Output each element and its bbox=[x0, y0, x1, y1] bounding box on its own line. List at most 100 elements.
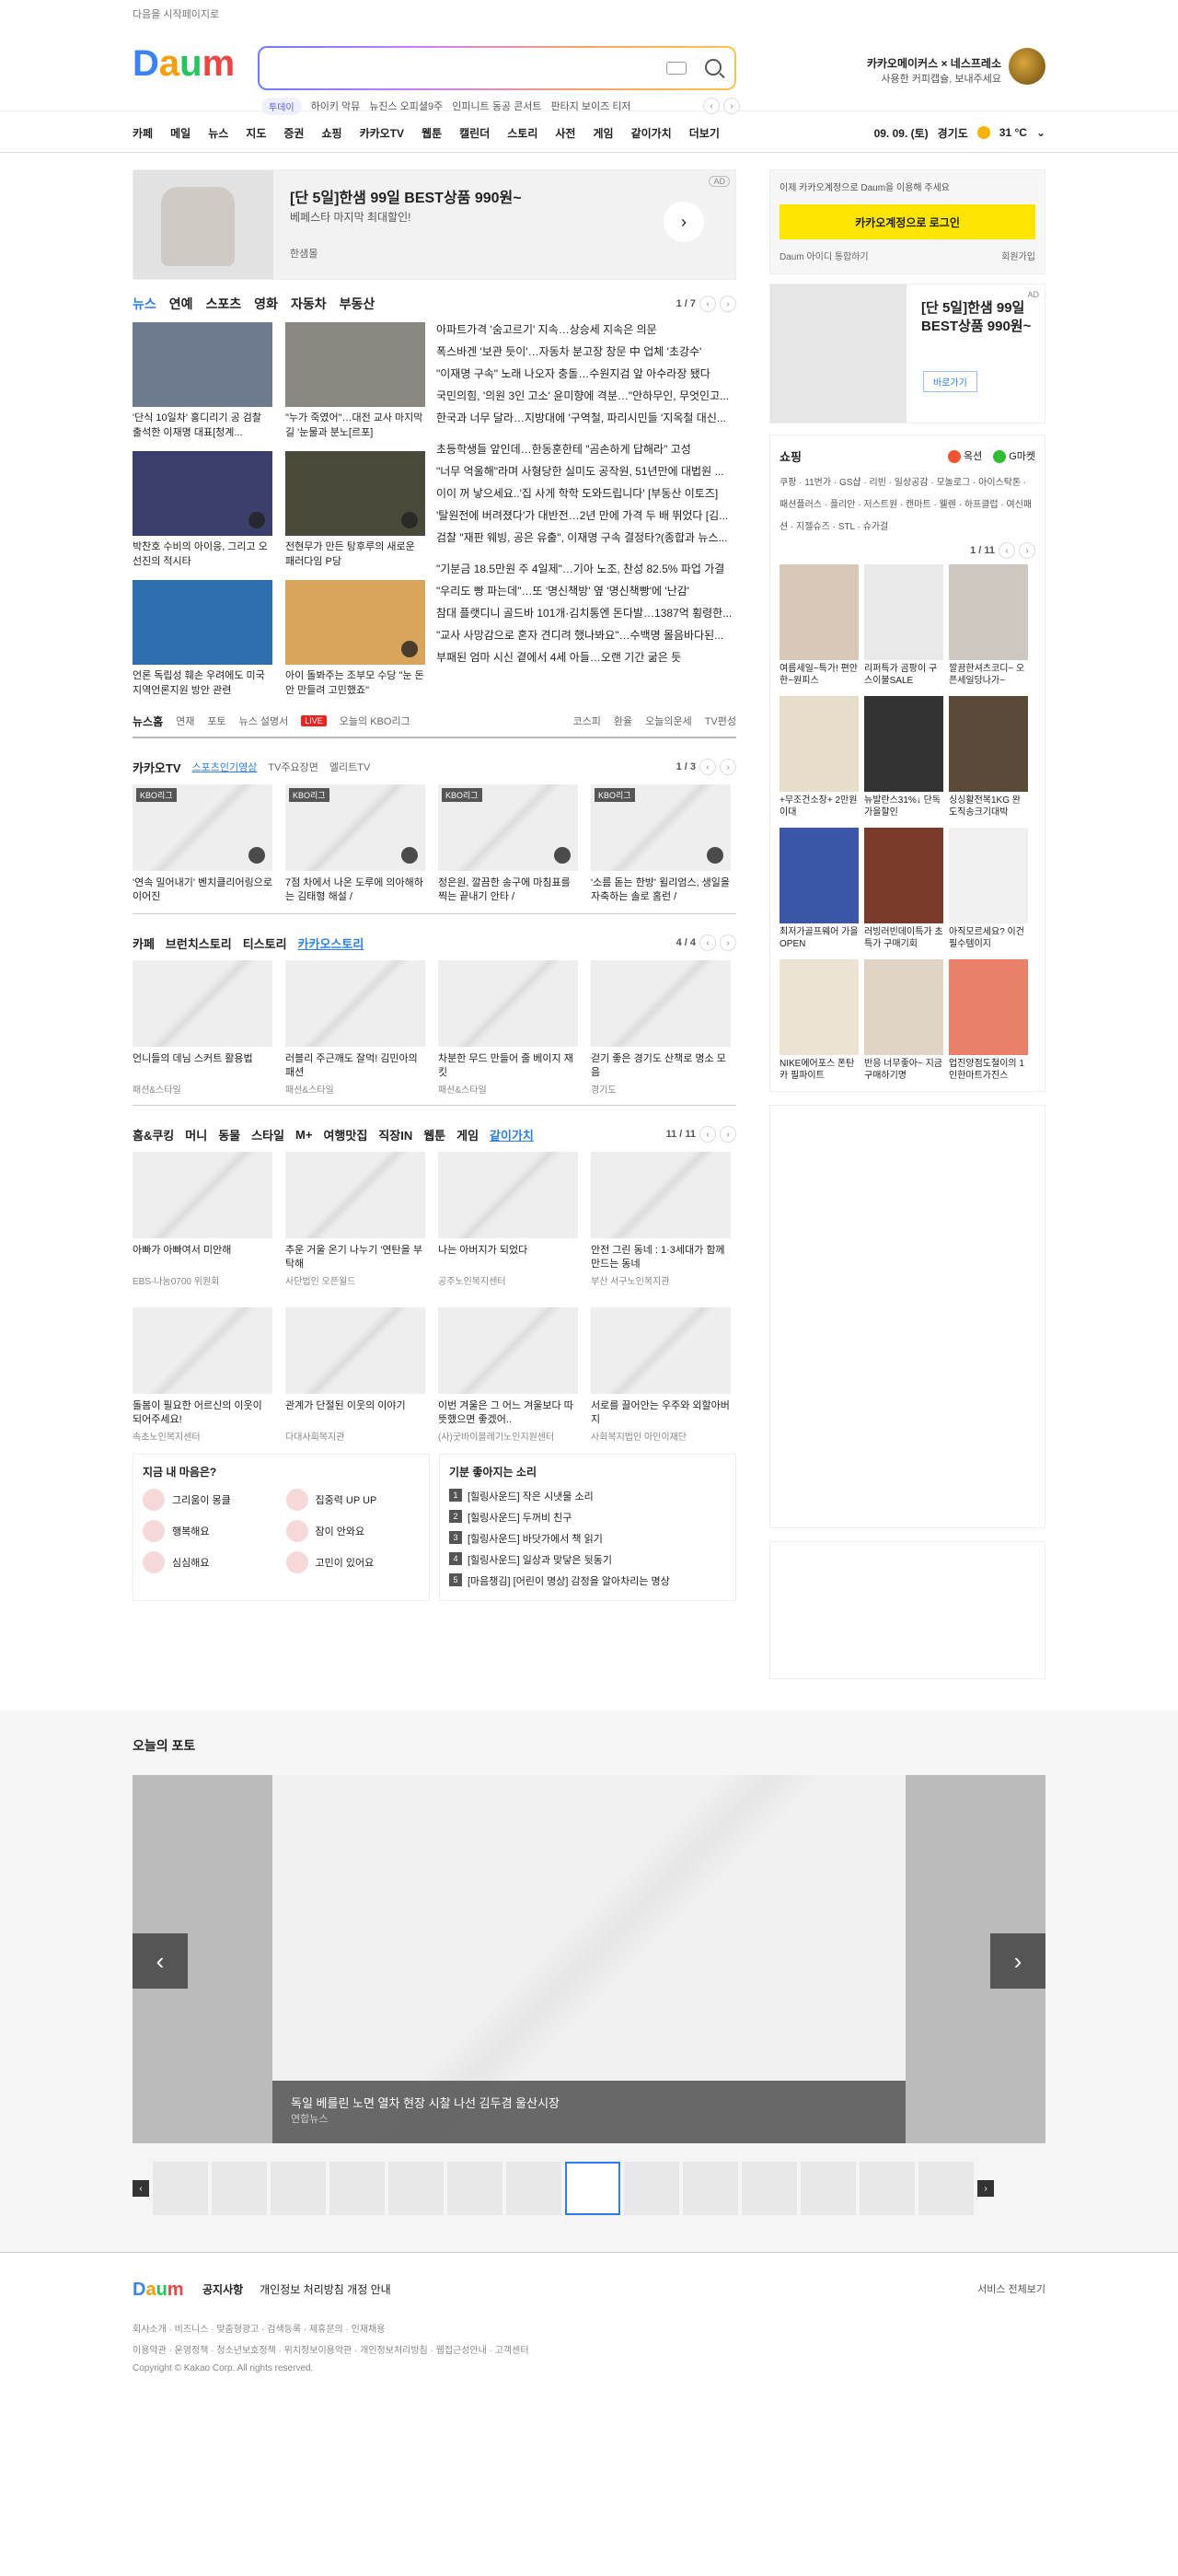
film-thumb[interactable] bbox=[153, 2162, 208, 2215]
story-card[interactable]: 러블리 주근깨도 잘먹! 김민아의 패션 패션&스타일 bbox=[285, 960, 425, 1096]
shop-item[interactable]: 여름세일~특가! 편안한~원피스 bbox=[780, 564, 859, 687]
tab-job[interactable]: 직장IN bbox=[378, 1126, 412, 1143]
shop-item[interactable]: 깔끔한셔츠코디~ 오픈세일당나가~ bbox=[949, 564, 1028, 687]
arrow-right-icon[interactable]: › bbox=[664, 202, 704, 242]
tab-car[interactable]: 자동차 bbox=[291, 295, 327, 313]
daum-logo[interactable]: Daum bbox=[133, 42, 241, 81]
play-icon[interactable] bbox=[401, 847, 418, 864]
nav-cafe[interactable]: 카페 bbox=[133, 125, 153, 141]
chevron-left-icon[interactable]: ‹ bbox=[699, 759, 716, 775]
prev-arrow-icon[interactable]: ‹ bbox=[133, 1933, 188, 1989]
video-card[interactable]: KBO리그 정은원, 깔끔한 송구에 마침표를 찍는 끝내기 안타 / bbox=[438, 784, 578, 904]
tab-money[interactable]: 머니 bbox=[185, 1126, 207, 1143]
headline[interactable]: "기분금 18.5만원 주 4일제"…기아 노조, 찬성 82.5% 파업 가결 bbox=[436, 562, 736, 584]
donation-card[interactable]: 추운 거울 온기 나누기 '연탄을 부탁해 사단법인 오픈월드 bbox=[285, 1152, 425, 1287]
headline[interactable]: "너무 억울해"라며 사형당한 실미도 공작원, 51년만에 대법원 ... bbox=[436, 464, 736, 486]
nav-map[interactable]: 지도 bbox=[246, 125, 266, 141]
news-link[interactable]: 연재 bbox=[176, 714, 194, 728]
right-ad[interactable]: [단 5일]한샘 99일 BEST상품 990원~ 바로가기 AD bbox=[769, 284, 1045, 424]
shop-item[interactable]: +무조건소장+ 2만원이대 bbox=[780, 696, 859, 818]
headline[interactable]: 한국과 너무 달라…지방대에 '구역철, 파리시민들 '지옥철 대신... bbox=[436, 411, 736, 433]
film-thumb[interactable] bbox=[506, 2162, 561, 2215]
nav-together[interactable]: 같이가치 bbox=[631, 125, 672, 141]
chevron-left-icon[interactable]: ‹ bbox=[699, 1126, 716, 1143]
chevron-right-icon[interactable]: › bbox=[1019, 542, 1035, 559]
headline[interactable]: 검찰 "재판 웨빙, 공은 유출", 이재명 구속 결정타?(종합과 뉴스... bbox=[436, 530, 736, 552]
headline[interactable]: 이이 꺼 낳으세요..'집 사게 학학 도와드립니다' [부동산 이토즈] bbox=[436, 486, 736, 508]
tab-together[interactable]: 같이가치 bbox=[490, 1126, 534, 1143]
weather-widget[interactable]: 09. 09. (토) 경기도 31 °C ⌄ bbox=[874, 125, 1045, 141]
news-thumb[interactable]: 언론 독립성 훼손 우려에도 미국 지역언론지원 방안 관련 bbox=[133, 580, 272, 698]
tab-style[interactable]: 스타일 bbox=[251, 1126, 284, 1143]
film-thumb[interactable] bbox=[624, 2162, 679, 2215]
chevron-right-icon[interactable]: › bbox=[720, 296, 736, 312]
kakaotv-title[interactable]: 카카오TV bbox=[133, 759, 181, 776]
go-button[interactable]: 바로가기 bbox=[923, 371, 977, 392]
donation-card[interactable]: 관계가 단절된 이웃의 이야기 다대사회복지관 bbox=[285, 1307, 425, 1443]
news-link[interactable]: 뉴스 설명서 bbox=[239, 714, 289, 728]
signup-link[interactable]: 회원가입 bbox=[1001, 249, 1035, 262]
film-thumb[interactable] bbox=[329, 2162, 385, 2215]
shopping-title[interactable]: 쇼핑 bbox=[780, 447, 802, 465]
tab-entertainment[interactable]: 연예 bbox=[169, 295, 193, 313]
film-thumb[interactable] bbox=[388, 2162, 444, 2215]
video-card[interactable]: KBO리그 '소름 돋는 한방' 윌리엄스, 생일을 자축하는 솔로 홈런 / bbox=[591, 784, 731, 904]
headline[interactable]: 부패된 엄마 시신 곁에서 4세 아들…오랜 기간 굶은 듯 bbox=[436, 650, 736, 672]
donation-card[interactable]: 서로를 끌어안는 우주와 외할아버지 사회복지법인 아인이재단 bbox=[591, 1307, 731, 1443]
headline[interactable]: 참대 플랫디니 골드바 101개·김치통엔 돈다발…1387억 횡령한... bbox=[436, 606, 736, 628]
tab-mplus[interactable]: M+ bbox=[295, 1128, 312, 1142]
exchange-link[interactable]: 환율 bbox=[614, 714, 632, 728]
search-box[interactable] bbox=[258, 46, 736, 90]
nav-shopping[interactable]: 쇼핑 bbox=[321, 125, 341, 141]
nav-calendar[interactable]: 캘린더 bbox=[459, 125, 490, 141]
story-card[interactable]: 언니들의 데님 스커트 활용법 패션&스타일 bbox=[133, 960, 272, 1096]
mood-title[interactable]: 지금 내 마음은? bbox=[143, 1464, 420, 1479]
donation-card[interactable]: 안전 그린 동네 : 1·3세대가 함께 만드는 동네 부산 서구노인복지관 bbox=[591, 1152, 731, 1287]
chevron-right-icon[interactable]: › bbox=[720, 934, 736, 951]
video-card[interactable]: KBO리그 7점 차에서 나온 도루에 의아해하는 김태형 해설 / bbox=[285, 784, 425, 904]
headline[interactable]: 초등학생들 앞인데…한동훈한테 "곰손하게 답해라" 고성 bbox=[436, 442, 736, 464]
play-icon[interactable] bbox=[248, 847, 265, 864]
news-thumb[interactable]: 박찬호 수비의 아이응, 그리고 오선진의 적시타 bbox=[133, 451, 272, 569]
tab-sports-video[interactable]: 스포츠인기영상 bbox=[192, 760, 258, 774]
mood-item[interactable]: 잠이 안와요 bbox=[285, 1520, 421, 1542]
headline[interactable]: "우리도 빵 파는데"…또 '명신책방' 옆 '명신책빵'에 '난감' bbox=[436, 584, 736, 606]
chevron-right-icon[interactable]: › bbox=[720, 759, 736, 775]
film-thumb[interactable] bbox=[918, 2162, 974, 2215]
play-icon[interactable] bbox=[707, 847, 723, 864]
donation-card[interactable]: 나는 아버지가 되었다 공주노인복지센터 bbox=[438, 1152, 578, 1287]
set-homepage-link[interactable]: 다음을 시작페이지로 bbox=[133, 0, 1045, 22]
film-thumb[interactable] bbox=[742, 2162, 797, 2215]
main-ad-banner[interactable]: [단 5일]한샘 99일 BEST상품 990원~ 베페스타 마지막 최대할인!… bbox=[133, 169, 736, 280]
tab-cafe[interactable]: 카페 bbox=[133, 934, 155, 952]
news-thumb[interactable]: "누가 죽였어"…대전 교사 마지막길 '눈물과 분노[르포] bbox=[285, 322, 425, 440]
all-services-link[interactable]: 서비스 전체보기 bbox=[977, 2281, 1045, 2296]
photo-caption-box[interactable]: 독일 베를린 노면 열차 현장 시찰 나선 김두겸 울산시장 연합뉴스 bbox=[272, 2081, 906, 2143]
tab-travel[interactable]: 여행맛집 bbox=[323, 1126, 367, 1143]
headline[interactable]: '탈원전에 버려졌다'가 대반전…2년 만에 가격 두 배 뛰었다 [김... bbox=[436, 508, 736, 530]
kospi-link[interactable]: 코스피 bbox=[572, 714, 600, 728]
news-thumb[interactable]: '단식 10일차' 홍디리기 공 검찰 출석한 이재명 대표[청계... bbox=[133, 322, 272, 440]
news-link[interactable]: 포토 bbox=[207, 714, 225, 728]
chevron-left-icon[interactable]: ‹ bbox=[699, 934, 716, 951]
mood-item[interactable]: 그리움이 몽클 bbox=[143, 1489, 277, 1511]
notice-text[interactable]: 개인정보 처리방침 개정 안내 bbox=[260, 2281, 390, 2297]
shop-item[interactable]: 아직모르세요? 이건 필수템이지 bbox=[949, 828, 1028, 950]
nav-kakaotv[interactable]: 카카오TV bbox=[360, 125, 404, 141]
tab-sports[interactable]: 스포츠 bbox=[206, 295, 242, 313]
film-thumb-selected[interactable] bbox=[565, 2162, 620, 2215]
kbo-live-link[interactable]: 오늘의 KBO리그 bbox=[340, 714, 410, 728]
tab-home[interactable]: 홈&쿠킹 bbox=[133, 1126, 174, 1143]
play-icon[interactable] bbox=[401, 512, 418, 528]
video-card[interactable]: KBO리그 '연속 밀어내기' 벤치클리어링으로 이어진 bbox=[133, 784, 272, 904]
shop-links[interactable]: 쿠팡 · 11번가 · GS샵 · 리빈 · 일상공감 · 모놀로그 · 아이스… bbox=[780, 472, 1035, 539]
headline[interactable]: 폭스바겐 '보관 듯이'…자동차 분고장 창문 中 업체 '초강수' bbox=[436, 344, 736, 366]
auction-link[interactable]: 옥션 bbox=[947, 448, 982, 464]
sound-item[interactable]: 3 [힐링사운드] 바닷가에서 책 읽기 bbox=[449, 1531, 726, 1546]
film-thumb[interactable] bbox=[212, 2162, 267, 2215]
footer-links-1[interactable]: 회사소개 · 비즈니스 · 맞춤형광고 · 검색등록 · 제휴문의 · 인재채용 bbox=[133, 2321, 1045, 2335]
tab-tistory[interactable]: 티스토리 bbox=[243, 934, 287, 952]
film-thumb[interactable] bbox=[801, 2162, 856, 2215]
search-icon[interactable] bbox=[705, 59, 722, 75]
daum-footer-logo[interactable]: Daum bbox=[133, 2279, 186, 2299]
